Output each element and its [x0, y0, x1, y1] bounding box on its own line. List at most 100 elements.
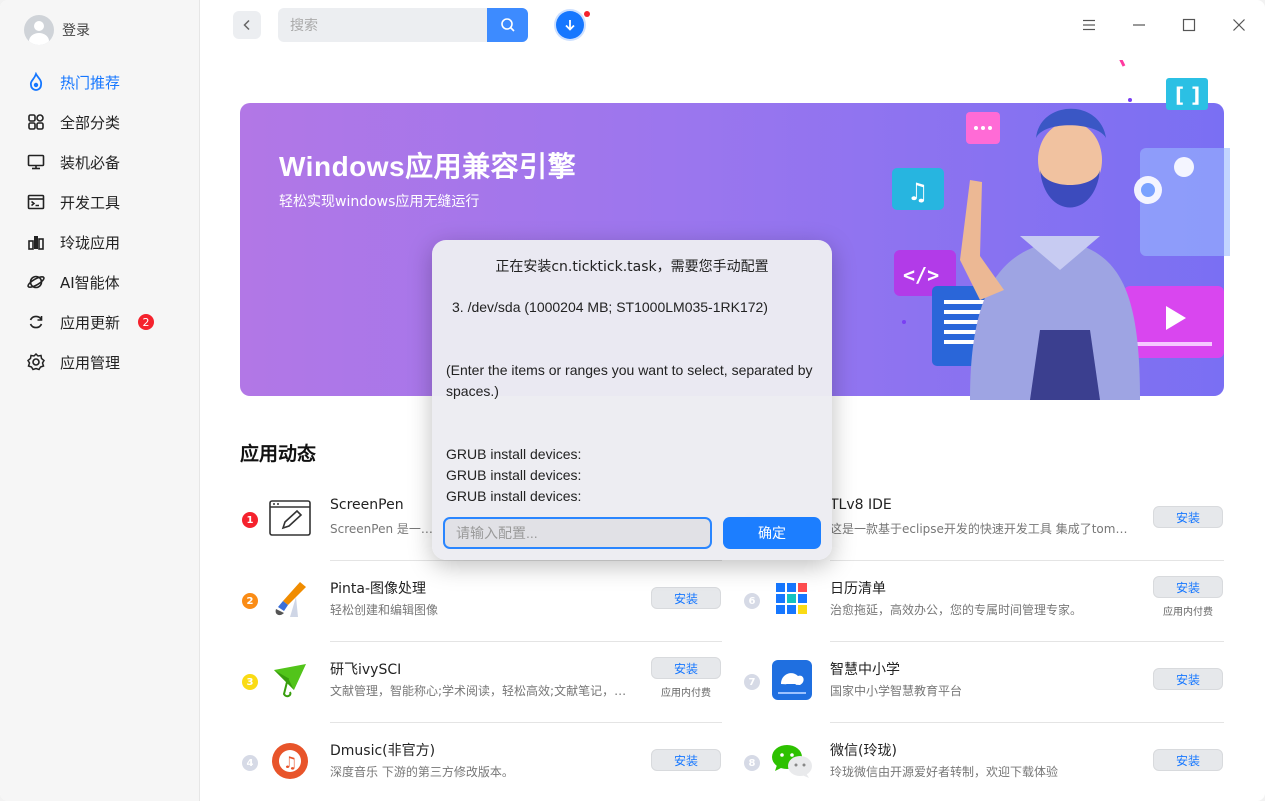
- smart-edu-app-icon: [770, 658, 814, 702]
- app-name: 微信(玲珑): [830, 743, 897, 759]
- app-list-item[interactable]: 7 智慧中小学 国家中小学智慧教育平台 安装: [744, 651, 1224, 731]
- manual-config-dialog: 正在安装cn.ticktick.task，需要您手动配置 3. /dev/sda…: [432, 240, 832, 560]
- app-description: 治愈拖延，高效办公，您的专属时间管理专家。: [830, 603, 1083, 617]
- sidebar-item-updates[interactable]: 应用更新 2: [0, 302, 200, 342]
- wechat-app-icon: [770, 739, 814, 783]
- install-button[interactable]: 安装: [651, 587, 721, 609]
- maximize-button[interactable]: [1178, 14, 1200, 36]
- rank-badge: 2: [242, 593, 258, 609]
- install-button[interactable]: 安装: [1153, 749, 1223, 771]
- row-divider: [830, 560, 1224, 561]
- app-description: 国家中小学智慧教育平台: [830, 684, 963, 698]
- app-description: 轻松创建和编辑图像: [330, 603, 439, 617]
- sidebar-item-categories[interactable]: 全部分类: [0, 102, 200, 142]
- app-name: 日历清单: [830, 581, 886, 597]
- download-notification-dot: [584, 11, 590, 17]
- sidebar-item-essentials[interactable]: 装机必备: [0, 142, 200, 182]
- rank-badge: 4: [242, 755, 258, 771]
- app-description: 文献管理，智能称心;学术阅读，轻松高效;文献笔记，…: [330, 684, 627, 698]
- minimize-icon: [1133, 24, 1145, 26]
- in-app-purchase-label: 应用内付费: [1163, 607, 1213, 618]
- app-description: 这是一款基于eclipse开发的快速开发工具 集成了tomc…: [830, 522, 1132, 536]
- sidebar: 登录 热门推荐 全部分类 装机必备 开发工具 玲珑应用 AI智能体 应用更新 2…: [0, 0, 200, 801]
- flame-icon: [26, 72, 46, 92]
- login-area[interactable]: 登录: [24, 15, 90, 45]
- sidebar-item-label: 全部分类: [60, 113, 121, 132]
- app-name: Pinta-图像处理: [330, 581, 427, 597]
- sidebar-item-label: 装机必备: [60, 153, 121, 172]
- sidebar-item-manage[interactable]: 应用管理: [0, 342, 200, 382]
- menu-button[interactable]: [1078, 14, 1100, 36]
- screenpen-app-icon: [268, 496, 312, 540]
- sidebar-nav: 热门推荐 全部分类 装机必备 开发工具 玲珑应用 AI智能体 应用更新 2 应用…: [0, 62, 200, 382]
- app-window: 登录 热门推荐 全部分类 装机必备 开发工具 玲珑应用 AI智能体 应用更新 2…: [0, 0, 1265, 801]
- grub-prompt-line: GRUB install devices:: [446, 467, 582, 483]
- download-icon: [565, 20, 575, 31]
- install-button[interactable]: 安装: [651, 749, 721, 771]
- planet-icon: [26, 272, 46, 292]
- download-manager-button[interactable]: [556, 11, 584, 39]
- gear-icon: [26, 352, 46, 372]
- sidebar-item-label: AI智能体: [60, 273, 120, 292]
- rank-badge: 8: [744, 755, 760, 771]
- section-title: 应用动态: [240, 443, 317, 465]
- install-button[interactable]: 安装: [651, 657, 721, 679]
- chevron-left-icon: [243, 19, 250, 31]
- minimize-button[interactable]: [1128, 14, 1150, 36]
- app-description: ScreenPen 是一个简: [330, 522, 434, 536]
- rank-badge: 6: [744, 593, 760, 609]
- rank-badge: 7: [744, 674, 760, 690]
- pinta-app-icon: [268, 577, 312, 621]
- search-bar: [278, 8, 528, 42]
- app-description: 玲珑微信由开源爱好者转制，欢迎下载体验: [830, 765, 1059, 779]
- svg-text:</>: </>: [903, 263, 939, 287]
- app-list-item[interactable]: 3 研飞ivySCI 文献管理，智能称心;学术阅读，轻松高效;文献笔记，… 安装…: [242, 651, 722, 731]
- banner-subtitle: 轻松实现windows应用无缝运行: [279, 194, 480, 210]
- app-name: ScreenPen: [330, 497, 404, 513]
- sidebar-item-ai-agent[interactable]: AI智能体: [0, 262, 200, 302]
- search-button[interactable]: [487, 8, 528, 42]
- app-name: TLv8 IDE: [830, 497, 892, 513]
- rank-badge: 1: [242, 512, 258, 528]
- install-button[interactable]: 安装: [1153, 668, 1223, 690]
- menu-icon: [1083, 19, 1095, 31]
- sidebar-item-devtools[interactable]: 开发工具: [0, 182, 200, 222]
- sidebar-item-linglong[interactable]: 玲珑应用: [0, 222, 200, 262]
- bar-chart-icon: [26, 232, 46, 252]
- confirm-button[interactable]: 确定: [723, 517, 821, 549]
- avatar[interactable]: [24, 15, 54, 45]
- monitor-icon: [26, 152, 46, 172]
- app-name: 智慧中小学: [830, 662, 900, 678]
- refresh-icon: [26, 312, 46, 332]
- config-input[interactable]: [443, 517, 712, 549]
- row-divider: [330, 641, 722, 642]
- app-name: 研飞ivySCI: [330, 662, 402, 678]
- svg-text:♫: ♫: [907, 178, 929, 206]
- dialog-title: 正在安装cn.ticktick.task，需要您手动配置: [495, 259, 769, 275]
- update-count-badge: 2: [138, 314, 155, 330]
- close-button[interactable]: [1228, 14, 1250, 36]
- sidebar-item-label: 玲珑应用: [60, 233, 121, 252]
- app-list-item[interactable]: 2 Pinta-图像处理 轻松创建和编辑图像 安装: [242, 570, 722, 650]
- login-label[interactable]: 登录: [62, 20, 90, 40]
- app-list-item[interactable]: 4 ♫ Dmusic(非官方) 深度音乐 下游的第三方修改版本。 安装: [242, 732, 722, 801]
- rank-badge: 3: [242, 674, 258, 690]
- grub-prompt-line: GRUB install devices:: [446, 446, 582, 462]
- ivysci-app-icon: [268, 658, 312, 702]
- back-button[interactable]: [233, 11, 261, 39]
- terminal-icon: [26, 192, 46, 212]
- row-divider: [830, 641, 1224, 642]
- install-button[interactable]: 安装: [1153, 576, 1223, 598]
- svg-text:♫: ♫: [283, 753, 297, 772]
- sidebar-item-hot[interactable]: 热门推荐: [0, 62, 200, 102]
- install-button[interactable]: 安装: [1153, 506, 1223, 528]
- search-input[interactable]: [278, 8, 487, 42]
- sidebar-item-label: 热门推荐: [60, 73, 121, 92]
- app-list-item[interactable]: 8 微信(玲珑) 玲珑微信由开源爱好者转制，欢迎下载体验 安装: [744, 732, 1224, 801]
- search-icon: [500, 18, 515, 32]
- row-divider: [830, 722, 1224, 723]
- calendar-list-app-icon: [770, 577, 814, 621]
- app-name: Dmusic(非官方): [330, 743, 436, 759]
- sidebar-item-label: 应用管理: [60, 353, 121, 372]
- app-list-item[interactable]: 6 日历清单 治愈拖延，高效办公，您的专属时间管理专家。 安装 应用内付费: [744, 570, 1224, 650]
